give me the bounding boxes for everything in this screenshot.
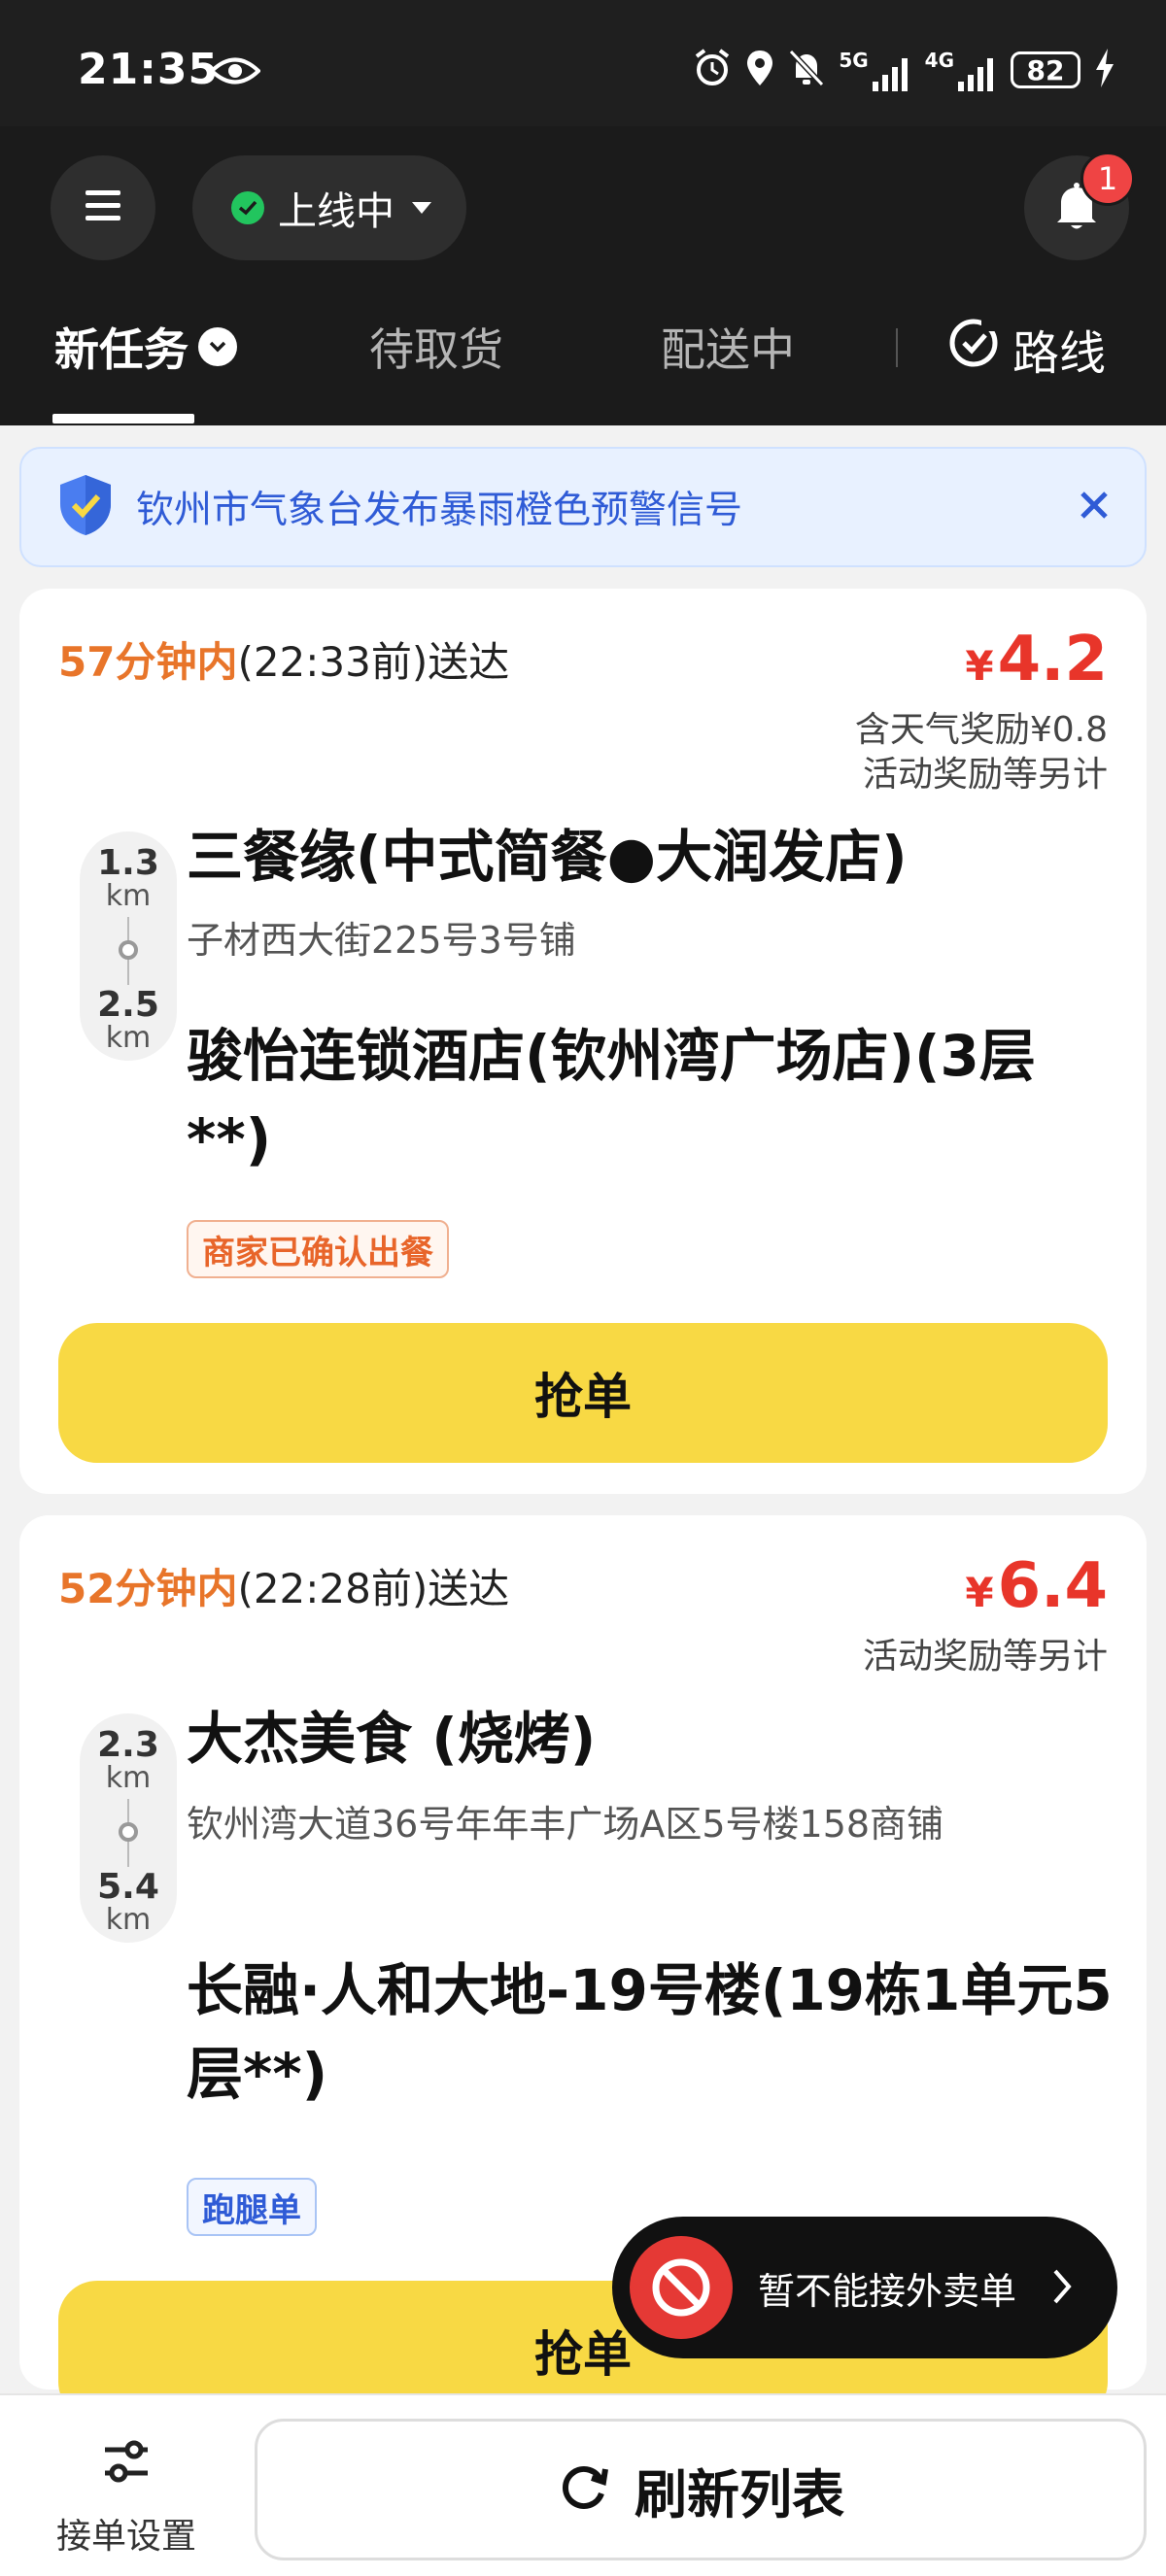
destination-name: 骏怡连锁酒店(钦州湾广场店)(3层**) — [187, 1023, 1036, 1172]
status-badge: 商家已确认出餐 — [187, 1220, 449, 1278]
weather-bonus: 含天气奖励¥0.8 — [854, 710, 1108, 750]
distance-rail: 2.3 km 5.4 km — [80, 1713, 177, 1943]
status-icons: 5G 4G 82 — [693, 49, 1115, 91]
delivery-deadline: 52分钟内(22:28前)送达 — [58, 1556, 509, 1615]
shop-name: 三餐缘(中式简餐●大润发店) — [187, 824, 908, 890]
chevron-right-icon — [1051, 2267, 1073, 2310]
refresh-icon — [557, 2460, 611, 2519]
dropoff-distance: 5.4 km — [97, 1867, 159, 1937]
notification-badge: 1 — [1080, 152, 1135, 206]
route-pin-icon — [948, 316, 999, 382]
shop-address: 钦州湾大道36号年年丰广场A区5号楼158商铺 — [187, 1803, 944, 1846]
signal-4g: 4G — [925, 49, 997, 91]
hamburger-icon — [86, 190, 120, 225]
menu-button[interactable] — [51, 155, 155, 260]
order-price: ¥ 4.2 — [965, 624, 1108, 695]
signal-5g: 5G — [839, 49, 910, 91]
route-dot — [119, 940, 138, 960]
pickup-distance: 1.3 km — [97, 843, 159, 913]
order-settings-button[interactable]: 接单设置 — [39, 2419, 214, 2557]
price-currency: ¥ — [965, 1569, 994, 1616]
bottom-bar: 接单设置 刷新列表 — [0, 2393, 1166, 2576]
delivery-deadline: 57分钟内(22:33前)送达 — [58, 629, 509, 689]
shop-name: 大杰美食 (烧烤) — [187, 1706, 597, 1772]
caret-down-icon — [412, 202, 431, 214]
distance-rail: 1.3 km 2.5 km — [80, 831, 177, 1061]
tab-pickup[interactable]: 待取货 — [369, 315, 503, 379]
deadline-minutes: 52分钟内 — [58, 1565, 238, 1612]
status-bar: 21:35 5G 4G 82 — [0, 0, 1166, 126]
battery-indicator: 82 — [1011, 51, 1080, 88]
task-tabs: 新任务 待取货 配送中 路线 — [0, 307, 1166, 425]
tab-divider — [896, 328, 898, 367]
charging-icon — [1094, 49, 1115, 91]
route-dot — [119, 1822, 138, 1842]
active-tab-indicator — [52, 414, 194, 424]
deadline-time: (22:28前)送达 — [237, 1565, 510, 1612]
weather-alert-banner[interactable]: 钦州市气象台发布暴雨橙色预警信号 — [19, 447, 1147, 567]
online-status-label: 上线中 — [278, 189, 394, 234]
activity-bonus: 活动奖励等另计 — [862, 755, 1108, 795]
app-header: 21:35 5G 4G 82 上线中 1 新任务 待取货 配送中 路线 — [0, 0, 1166, 425]
top-bar: 上线中 1 — [0, 152, 1166, 260]
tab-delivering[interactable]: 配送中 — [661, 315, 795, 379]
shop-address: 子材西大街225号3号铺 — [187, 919, 576, 962]
online-status-dropdown[interactable]: 上线中 — [192, 155, 466, 260]
block-icon — [630, 2236, 733, 2339]
destination-name: 长融·人和大地-19号楼(19栋1单元5层**) — [187, 1957, 1113, 2107]
dropoff-distance: 2.5 km — [97, 985, 159, 1055]
eye-icon — [209, 56, 261, 89]
price-currency: ¥ — [965, 642, 994, 690]
tab-new-tasks-label: 新任务 — [54, 323, 189, 376]
route-button[interactable]: 路线 — [948, 315, 1106, 383]
shield-icon — [56, 473, 115, 541]
price-amount: 4.2 — [997, 624, 1108, 695]
sliders-icon — [101, 2436, 152, 2491]
cannot-accept-toast[interactable]: 暂不能接外卖单 — [612, 2217, 1117, 2358]
route-label: 路线 — [1012, 326, 1107, 381]
status-badge: 跑腿单 — [187, 2178, 317, 2236]
refresh-list-button[interactable]: 刷新列表 — [255, 2419, 1147, 2560]
order-price: ¥ 6.4 — [965, 1550, 1108, 1622]
mute-bell-icon — [788, 49, 825, 91]
location-icon — [745, 49, 774, 91]
price-amount: 6.4 — [997, 1550, 1108, 1622]
grab-order-button[interactable]: 抢单 — [58, 1323, 1108, 1463]
chevron-down-icon — [198, 327, 237, 366]
check-circle-icon — [231, 191, 264, 224]
close-icon[interactable] — [1077, 488, 1112, 526]
tab-new-tasks[interactable]: 新任务 — [54, 315, 237, 379]
alarm-icon — [693, 49, 732, 91]
deadline-minutes: 57分钟内 — [58, 638, 238, 686]
toast-text: 暂不能接外卖单 — [758, 2269, 1017, 2313]
deadline-time: (22:33前)送达 — [237, 638, 510, 686]
order-card[interactable]: 57分钟内(22:33前)送达 ¥ 4.2 含天气奖励¥0.8 活动奖励等另计 … — [19, 589, 1147, 1494]
status-time: 21:35 — [78, 45, 220, 94]
order-settings-label: 接单设置 — [55, 2517, 196, 2557]
refresh-list-label: 刷新列表 — [634, 2463, 844, 2525]
activity-bonus: 活动奖励等另计 — [862, 1637, 1108, 1677]
pickup-distance: 2.3 km — [97, 1725, 159, 1795]
alert-text: 钦州市气象台发布暴雨橙色预警信号 — [136, 489, 743, 532]
